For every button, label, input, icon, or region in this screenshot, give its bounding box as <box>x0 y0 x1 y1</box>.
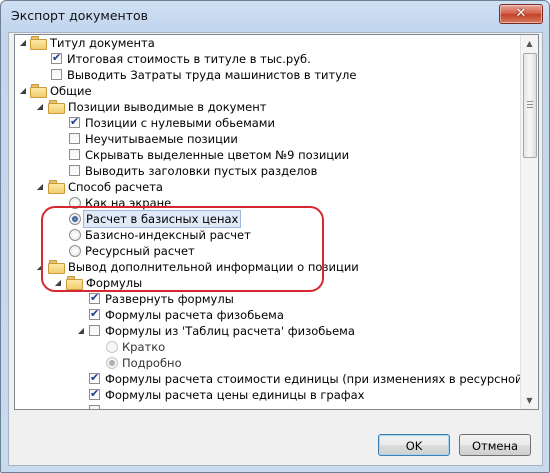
folder-icon <box>30 84 47 98</box>
tree-node-method[interactable]: ◢ Способ расчета <box>15 179 520 195</box>
folder-icon <box>30 36 47 50</box>
check-icon: ✔ <box>90 291 100 304</box>
window-title: Экспорт документов <box>11 8 148 23</box>
tree-node-f-unitgraph[interactable]: ✔ Формулы расчета цены единицы в графах <box>15 387 520 403</box>
collapse-arrow-icon[interactable]: ◢ <box>76 323 86 339</box>
radio-detail[interactable] <box>106 357 118 369</box>
cancel-button[interactable]: Отмена <box>459 434 531 456</box>
tree-node-f-detail[interactable]: Подробно <box>15 355 520 371</box>
scroll-down-icon[interactable]: ▼ <box>521 392 538 409</box>
checkbox-titul-labor[interactable] <box>51 69 62 80</box>
tree-node-zero[interactable]: ✔ Позиции с нулевыми обьемами <box>15 115 520 131</box>
collapse-arrow-icon[interactable]: ◢ <box>18 35 28 51</box>
scroll-up-icon[interactable]: ▲ <box>521 35 538 52</box>
close-icon: ✕ <box>515 6 527 21</box>
scroll-thumb[interactable] <box>523 53 537 158</box>
checkbox-titul-cost[interactable]: ✔ <box>51 51 62 64</box>
tree-node-label: Развернуть формулы <box>105 292 234 306</box>
checkbox-empty-sections[interactable] <box>69 165 80 176</box>
folder-icon <box>48 100 65 114</box>
tree-node-label: Кратко <box>122 340 166 354</box>
check-icon: ✔ <box>52 51 62 64</box>
checkbox-hide9[interactable] <box>69 149 80 160</box>
tree-node-f-unitcost[interactable]: ✔ Формулы расчета стоимости единицы (при… <box>15 371 538 387</box>
tree-node-positions[interactable]: ◢ Позиции выводимые в документ <box>15 99 520 115</box>
checkbox-fizob-formulas[interactable]: ✔ <box>89 307 100 320</box>
checkbox-zero-volume[interactable]: ✔ <box>69 115 80 128</box>
checkbox-unit-cost-formulas[interactable]: ✔ <box>89 371 100 384</box>
tree-node-f-tables[interactable]: ◢ Формулы из 'Таблиц расчета' физобьема <box>15 323 520 339</box>
checkbox-table-formulas[interactable] <box>89 325 100 336</box>
tree-node-empty-sections[interactable]: Выводить заголовки пустых разделов <box>15 163 520 179</box>
tree-node-label: Титул документа <box>50 36 155 50</box>
tree-node-label: Формулы из 'Таблиц расчета' физобьема <box>105 324 355 338</box>
tree-node-label: Формулы расчета стоимости единицы (при и… <box>105 372 539 386</box>
check-icon: ✔ <box>90 387 100 400</box>
checkbox-partial[interactable] <box>89 405 100 409</box>
tree-node-f-expand[interactable]: ✔ Развернуть формулы <box>15 291 520 307</box>
tree-node-uncounted[interactable]: Неучитываемые позиции <box>15 131 520 147</box>
checkbox-unit-price-formulas[interactable]: ✔ <box>89 387 100 400</box>
tree-node-titul-labor[interactable]: Выводить Затраты труда машинистов в титу… <box>15 67 520 83</box>
check-icon: ✔ <box>90 371 100 384</box>
tree-node-label: Общие <box>50 84 92 98</box>
tree-node-f-fizob[interactable]: ✔ Формулы расчета физобьема <box>15 307 520 323</box>
ok-button[interactable]: OK <box>378 434 450 456</box>
tree-node-hide9[interactable]: Скрывать выделенные цветом №9 позиции <box>15 147 520 163</box>
tree-node-label: Скрывать выделенные цветом №9 позиции <box>85 148 350 162</box>
tree-node-label: Формулы расчета физобьема <box>105 308 284 322</box>
tree-node-label: Позиции с нулевыми обьемами <box>85 116 275 130</box>
checkbox-uncounted[interactable] <box>69 133 80 144</box>
check-icon: ✔ <box>70 115 80 128</box>
tree-node-titul[interactable]: ◢ Титул документа <box>15 35 520 51</box>
collapse-arrow-icon[interactable]: ◢ <box>35 99 45 115</box>
tree-node-f-brief[interactable]: Кратко <box>15 339 520 355</box>
vertical-scrollbar[interactable]: ▲ ▼ <box>520 35 538 409</box>
tree-node-label: Способ расчета <box>68 180 163 194</box>
radio-brief[interactable] <box>106 341 118 353</box>
collapse-arrow-icon[interactable]: ◢ <box>18 83 28 99</box>
options-tree[interactable]: ◢ Титул документа ✔ Итоговая стоимость в… <box>14 34 539 410</box>
folder-icon <box>48 180 65 194</box>
highlight-annotation <box>41 206 324 292</box>
title-bar: Экспорт документов ✕ <box>1 1 549 31</box>
tree-node-label: Подробно <box>122 356 182 370</box>
tree-node-common[interactable]: ◢ Общие <box>15 83 520 99</box>
export-dialog: Экспорт документов ✕ ◢ Титул документа ✔… <box>0 0 550 473</box>
tree-node-label: Выводить Затраты труда машинистов в титу… <box>67 68 357 82</box>
collapse-arrow-icon[interactable]: ◢ <box>35 179 45 195</box>
tree-node-label: Итоговая стоимость в титуле в тыс.руб. <box>67 52 311 66</box>
tree-node-titul-cost[interactable]: ✔ Итоговая стоимость в титуле в тыс.руб. <box>15 51 520 67</box>
tree-node-partial <box>15 403 520 409</box>
check-icon: ✔ <box>90 307 100 320</box>
tree-node-label: Позиции выводимые в документ <box>68 100 267 114</box>
tree-node-label: Формулы расчета цены единицы в графах <box>105 388 365 402</box>
tree-node-label: Неучитываемые позиции <box>85 132 238 146</box>
tree-node-label: Выводить заголовки пустых разделов <box>85 164 318 178</box>
dialog-client-area: ◢ Титул документа ✔ Итоговая стоимость в… <box>8 32 543 466</box>
close-button[interactable]: ✕ <box>499 4 543 24</box>
checkbox-expand-formulas[interactable]: ✔ <box>89 291 100 304</box>
